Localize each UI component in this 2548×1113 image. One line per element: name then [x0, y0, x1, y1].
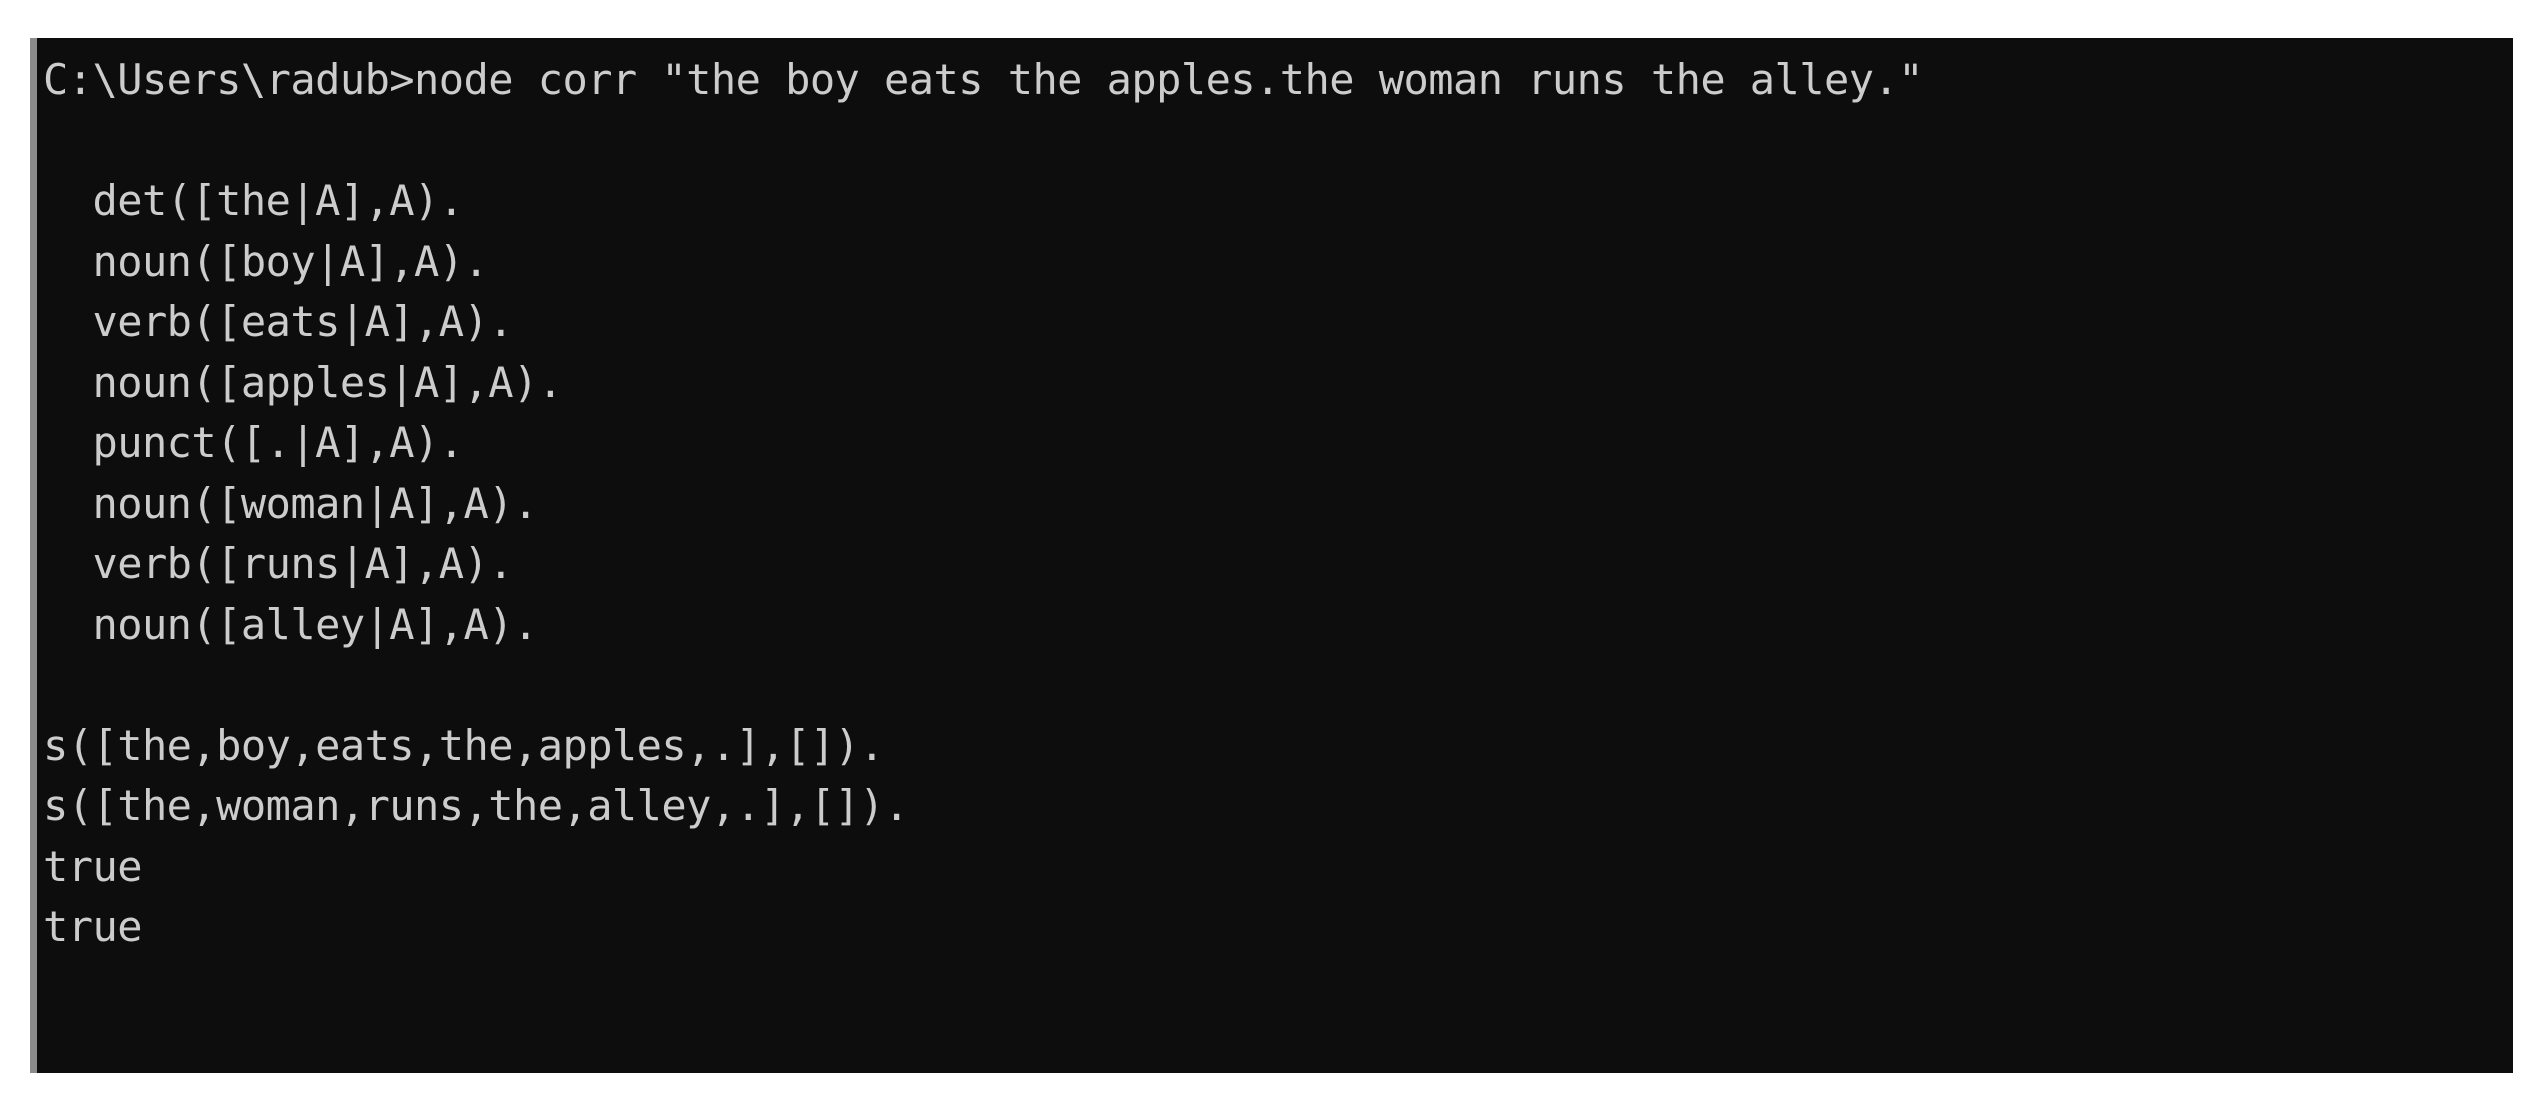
- console-output-text[interactable]: C:\Users\radub>node corr "the boy eats t…: [37, 38, 2513, 1073]
- console-line-lexicon-det-the: det([the|A],A).: [43, 176, 464, 225]
- console-line-parse-sentence-2: s([the,woman,runs,the,alley,.],[]).: [43, 781, 909, 830]
- console-line-lexicon-noun-boy: noun([boy|A],A).: [43, 236, 489, 286]
- console-line-lexicon-noun-woman: noun([woman|A],A).: [43, 478, 538, 528]
- command-prompt-window[interactable]: C:\Users\radub>node corr "the boy eats t…: [30, 38, 2513, 1073]
- console-line-blank-2: [43, 655, 2513, 716]
- console-line-result-true-1: true: [43, 841, 143, 891]
- console-line-result-true-2: true: [43, 902, 143, 951]
- screenshot-page: C:\Users\radub>node corr "the boy eats t…: [0, 0, 2548, 1113]
- console-line-parse-sentence-1: s([the,boy,eats,the,apples,.],[]).: [43, 720, 885, 770]
- console-line-lexicon-noun-apples: noun([apples|A],A).: [43, 357, 563, 407]
- console-line-command: C:\Users\radub>node corr "the boy eats t…: [43, 55, 1924, 104]
- console-line-lexicon-punct-period: punct([.|A],A).: [43, 418, 464, 467]
- console-line-lexicon-noun-alley: noun([alley|A],A).: [43, 599, 538, 649]
- console-line-lexicon-verb-eats: verb([eats|A],A).: [43, 297, 513, 346]
- console-line-blank-1: [43, 111, 2513, 172]
- console-line-lexicon-verb-runs: verb([runs|A],A).: [43, 539, 513, 588]
